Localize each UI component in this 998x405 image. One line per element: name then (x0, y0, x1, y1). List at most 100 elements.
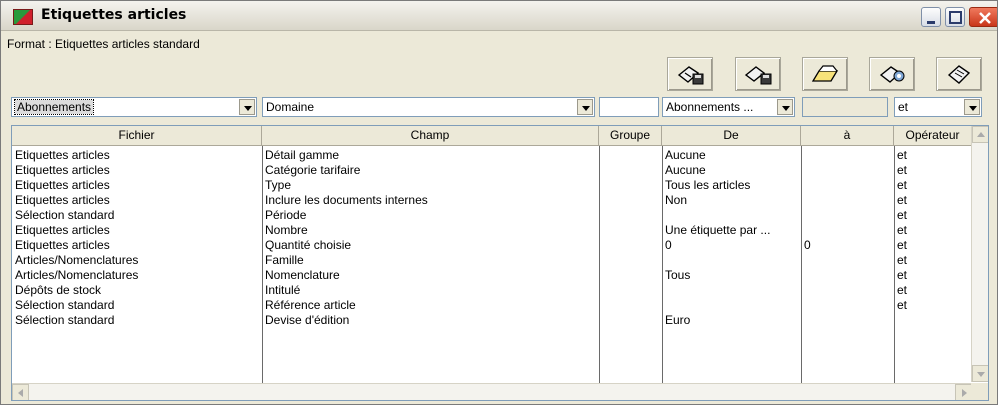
cell-operateur: et (897, 223, 908, 237)
save-format-icon (677, 66, 704, 85)
table-row[interactable]: Etiquettes articles Détail gamme Aucune et (12, 148, 972, 163)
cell-champ: Quantité choisie (265, 238, 352, 252)
save-as-icon (744, 66, 772, 85)
cell-groupe (599, 193, 662, 208)
cell-champ: Référence article (265, 298, 356, 312)
window-title: Etiquettes articles (41, 7, 187, 23)
table-row[interactable]: Etiquettes articles Type Tous les articles… (12, 178, 972, 193)
cell-champ: Période (265, 208, 307, 222)
from-select[interactable]: Abonnements ... (662, 97, 795, 117)
cell-groupe (599, 223, 662, 238)
save-as-button[interactable] (735, 57, 781, 91)
cell-a (801, 223, 894, 238)
open-folder-button[interactable] (802, 57, 848, 91)
close-button[interactable] (969, 7, 997, 27)
cell-de (662, 208, 801, 223)
cell-de: Aucune (665, 163, 706, 177)
table-row[interactable]: Dépôts de stock Intitulé et (12, 283, 972, 298)
cell-de: Euro (665, 313, 691, 327)
table-row[interactable]: Etiquettes articles Catégorie tarifaire Au… (12, 163, 972, 178)
column-header-operateur[interactable]: Opérateur (894, 126, 972, 146)
cell-fichier: Dépôts de stock (15, 283, 102, 297)
format-label-text: Format : Etiquettes articles standard (7, 37, 200, 51)
cell-champ: Devise d'édition (265, 313, 350, 327)
cell-a (801, 178, 894, 193)
chevron-down-icon[interactable] (777, 99, 793, 115)
cell-a (801, 253, 894, 268)
cell-champ: Intitulé (265, 283, 301, 297)
cell-de: 0 (665, 238, 672, 252)
operator-select-value: et (898, 100, 909, 114)
column-header-de[interactable]: De (662, 126, 801, 146)
chevron-down-icon[interactable] (239, 99, 255, 115)
cell-a (801, 208, 894, 223)
column-header-a[interactable]: à (801, 126, 894, 146)
cell-groupe (599, 163, 662, 178)
field-select-value: Domaine (266, 100, 315, 114)
cell-groupe (599, 238, 662, 253)
cell-groupe (599, 208, 662, 223)
table-row[interactable]: Sélection standard Devise d'édition Euro (12, 313, 972, 328)
cell-a (801, 163, 894, 178)
maximize-button[interactable] (945, 7, 965, 27)
cell-champ: Nombre (265, 223, 308, 237)
table-row[interactable]: Articles/Nomenclatures Famille et (12, 253, 972, 268)
cell-groupe (599, 313, 662, 328)
scroll-down-icon[interactable] (972, 365, 988, 382)
chevron-down-icon[interactable] (964, 99, 980, 115)
cell-fichier: Etiquettes articles (15, 193, 110, 207)
cell-champ: Détail gamme (265, 148, 340, 162)
vertical-scrollbar[interactable] (971, 126, 988, 382)
table-row[interactable]: Etiquettes articles Nombre Une étiquette p… (12, 223, 972, 238)
cell-de (662, 298, 801, 313)
minimize-button[interactable] (921, 7, 941, 27)
selection-grid[interactable]: Fichier Champ Groupe De à Opérateur Etiq… (11, 125, 989, 401)
field-select[interactable]: Domaine (262, 97, 595, 117)
scroll-left-icon[interactable] (12, 384, 29, 400)
close-icon (979, 12, 991, 24)
cell-a (801, 313, 894, 328)
horizontal-scrollbar[interactable] (12, 383, 972, 400)
column-header-groupe[interactable]: Groupe (599, 126, 662, 146)
cell-operateur: et (897, 268, 908, 282)
operator-select[interactable]: et (894, 97, 982, 117)
cell-groupe (599, 298, 662, 313)
app-icon (13, 9, 33, 25)
cell-operateur: et (897, 208, 908, 222)
cell-de (662, 253, 801, 268)
cell-operateur: et (897, 178, 908, 192)
cell-operateur: et (897, 283, 908, 297)
table-row[interactable]: Sélection standard Référence article et (12, 298, 972, 313)
resize-grip-icon[interactable] (971, 383, 988, 400)
print-button[interactable] (936, 57, 982, 91)
cell-fichier: Articles/Nomenclatures (15, 253, 139, 267)
cell-fichier: Sélection standard (15, 298, 115, 312)
column-header-champ[interactable]: Champ (262, 126, 599, 146)
scroll-right-icon[interactable] (955, 384, 972, 400)
scroll-up-icon[interactable] (972, 126, 988, 143)
cell-de: Tous (665, 268, 691, 282)
cell-fichier: Articles/Nomenclatures (15, 268, 139, 282)
format-label: Format : Etiquettes articles standard (7, 37, 200, 51)
to-field[interactable] (802, 97, 888, 117)
cell-a (801, 283, 894, 298)
group-field[interactable] (599, 97, 659, 117)
save-format-button[interactable] (667, 57, 713, 91)
table-row[interactable]: Articles/Nomenclatures Nomenclature Tous et (12, 268, 972, 283)
print-options-button[interactable] (869, 57, 915, 91)
cell-fichier: Sélection standard (15, 208, 115, 222)
title-bar[interactable]: Etiquettes articles (1, 1, 997, 31)
file-select[interactable]: Abonnements (11, 97, 257, 117)
table-row[interactable]: Etiquettes articles Inclure les documents… (12, 193, 972, 208)
cell-a (801, 298, 894, 313)
cell-a: 0 (804, 238, 811, 252)
cell-groupe (599, 178, 662, 193)
column-header-fichier[interactable]: Fichier (12, 126, 262, 146)
cell-operateur: et (897, 238, 908, 252)
maximize-icon (949, 11, 962, 24)
cell-operateur (894, 313, 972, 328)
table-row[interactable]: Sélection standard Période et (12, 208, 972, 223)
file-select-value: Abonnements (13, 99, 95, 115)
chevron-down-icon[interactable] (577, 99, 593, 115)
table-row[interactable]: Etiquettes articles Quantité choisie 0 0 et (12, 238, 972, 253)
